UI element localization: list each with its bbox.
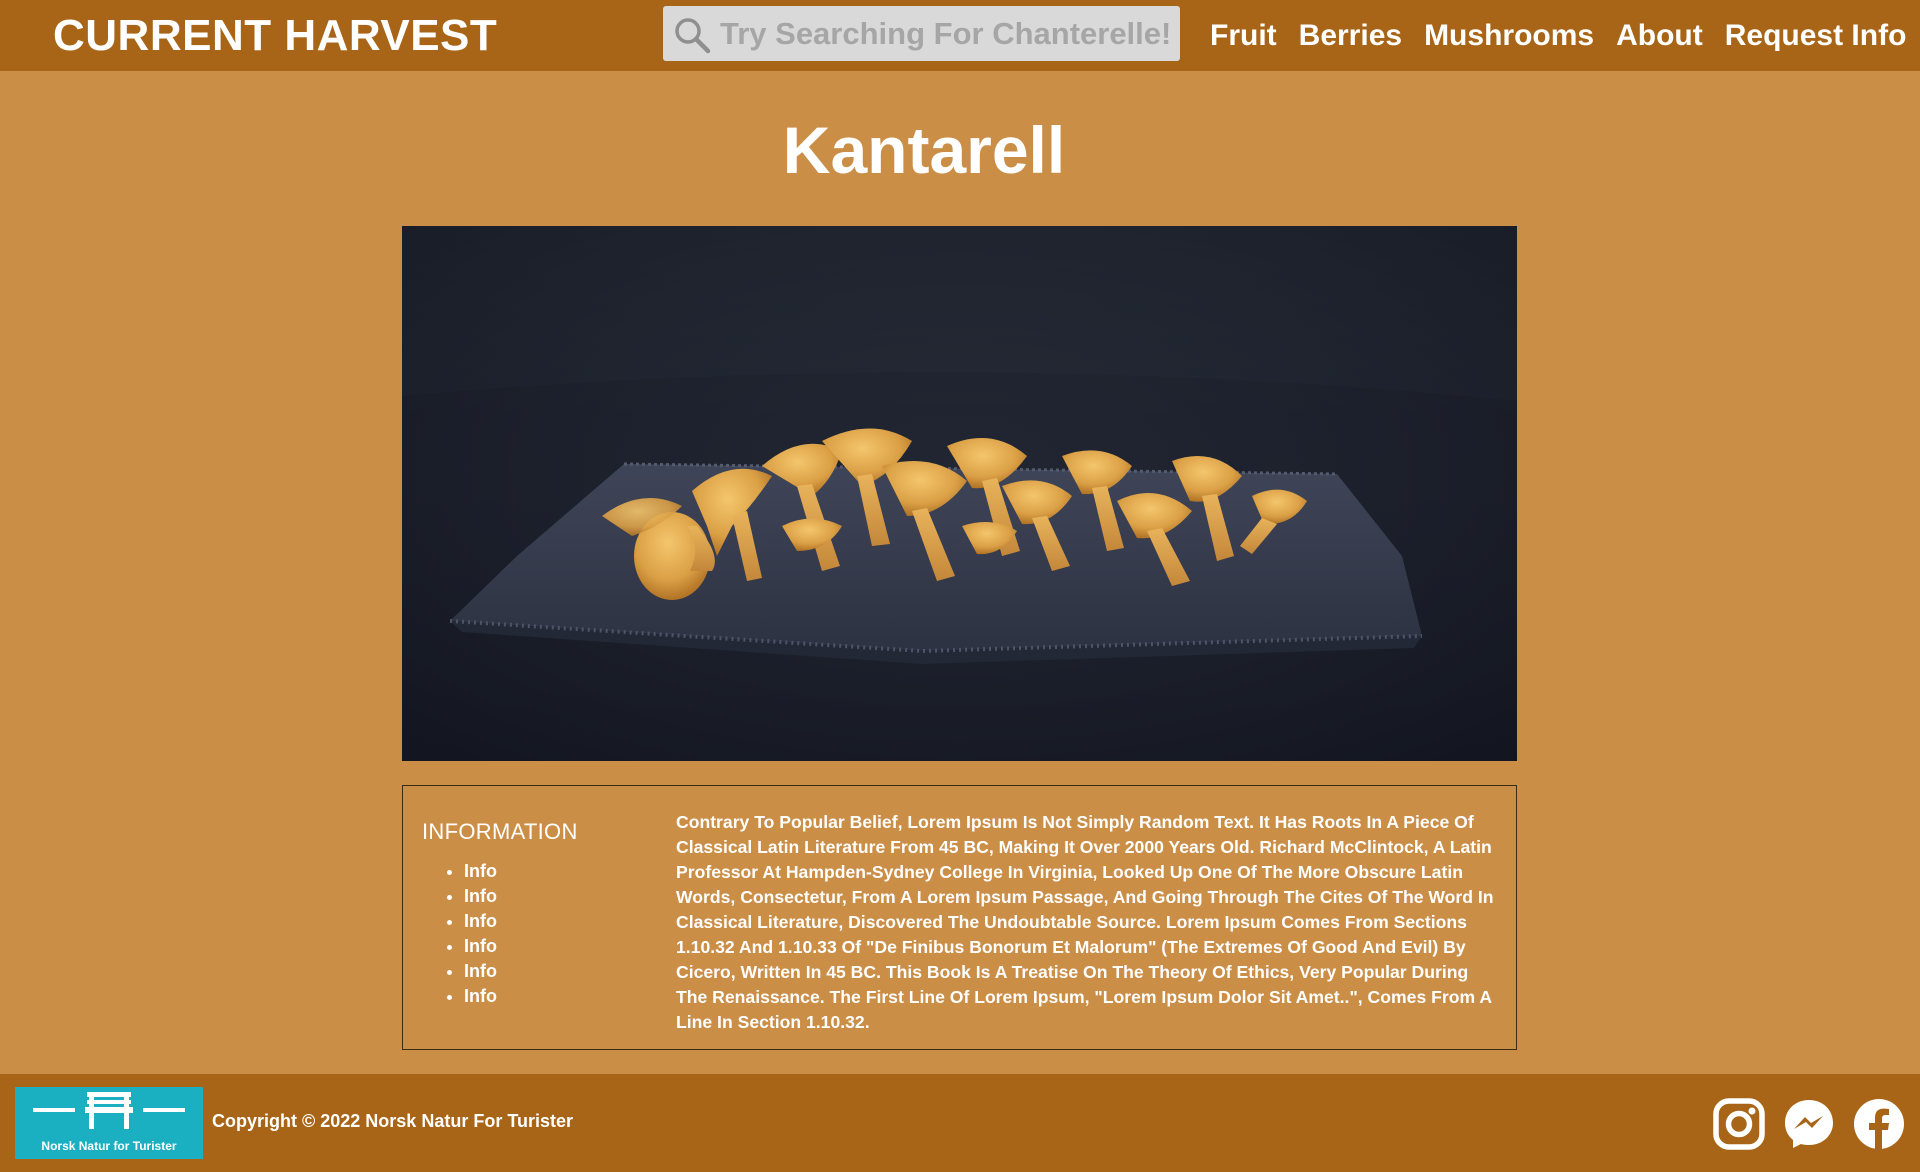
instagram-icon[interactable] <box>1713 1098 1765 1150</box>
info-description: Contrary To Popular Belief, Lorem Ipsum … <box>676 812 1494 1032</box>
info-panel: INFORMATION Info Info Info Info Info Inf… <box>402 785 1517 1050</box>
main-nav: Fruit Berries Mushrooms About Request In… <box>1210 14 1906 58</box>
nav-request-info[interactable]: Request Info <box>1725 14 1907 58</box>
info-list: Info Info Info Info Info Info <box>446 859 497 1009</box>
bench-icon <box>33 1092 185 1129</box>
info-heading: INFORMATION <box>422 819 578 844</box>
footer-logo[interactable]: Norsk Natur for Turister <box>15 1087 203 1159</box>
nav-about[interactable]: About <box>1616 14 1703 58</box>
copyright-text: Copyright © 2022 Norsk Natur For Turiste… <box>212 1111 574 1131</box>
site-footer: Norsk Natur for Turister Copyright © 202… <box>0 1074 1920 1172</box>
search-input[interactable] <box>720 6 1170 61</box>
site-header: CURRENT HARVEST Fruit Berries Mushrooms … <box>0 0 1920 71</box>
info-list-item: Info <box>464 934 497 959</box>
hero-image <box>402 226 1517 761</box>
info-list-item: Info <box>464 884 497 909</box>
info-list-item: Info <box>464 909 497 934</box>
facebook-icon[interactable] <box>1853 1098 1905 1150</box>
page-title: Kantarell <box>782 113 1066 187</box>
site-brand[interactable]: CURRENT HARVEST <box>53 11 497 61</box>
info-list-item: Info <box>464 859 497 884</box>
chanterelle-photo <box>402 226 1517 761</box>
search-bar[interactable] <box>663 6 1180 61</box>
nav-mushrooms[interactable]: Mushrooms <box>1424 14 1594 58</box>
messenger-icon[interactable] <box>1783 1098 1835 1150</box>
footer-logo-text: Norsk Natur for Turister <box>41 1139 177 1153</box>
nav-berries[interactable]: Berries <box>1299 14 1402 58</box>
info-list-item: Info <box>464 959 497 984</box>
info-list-item: Info <box>464 984 497 1009</box>
nav-fruit[interactable]: Fruit <box>1210 14 1277 58</box>
search-icon[interactable] <box>673 16 711 54</box>
